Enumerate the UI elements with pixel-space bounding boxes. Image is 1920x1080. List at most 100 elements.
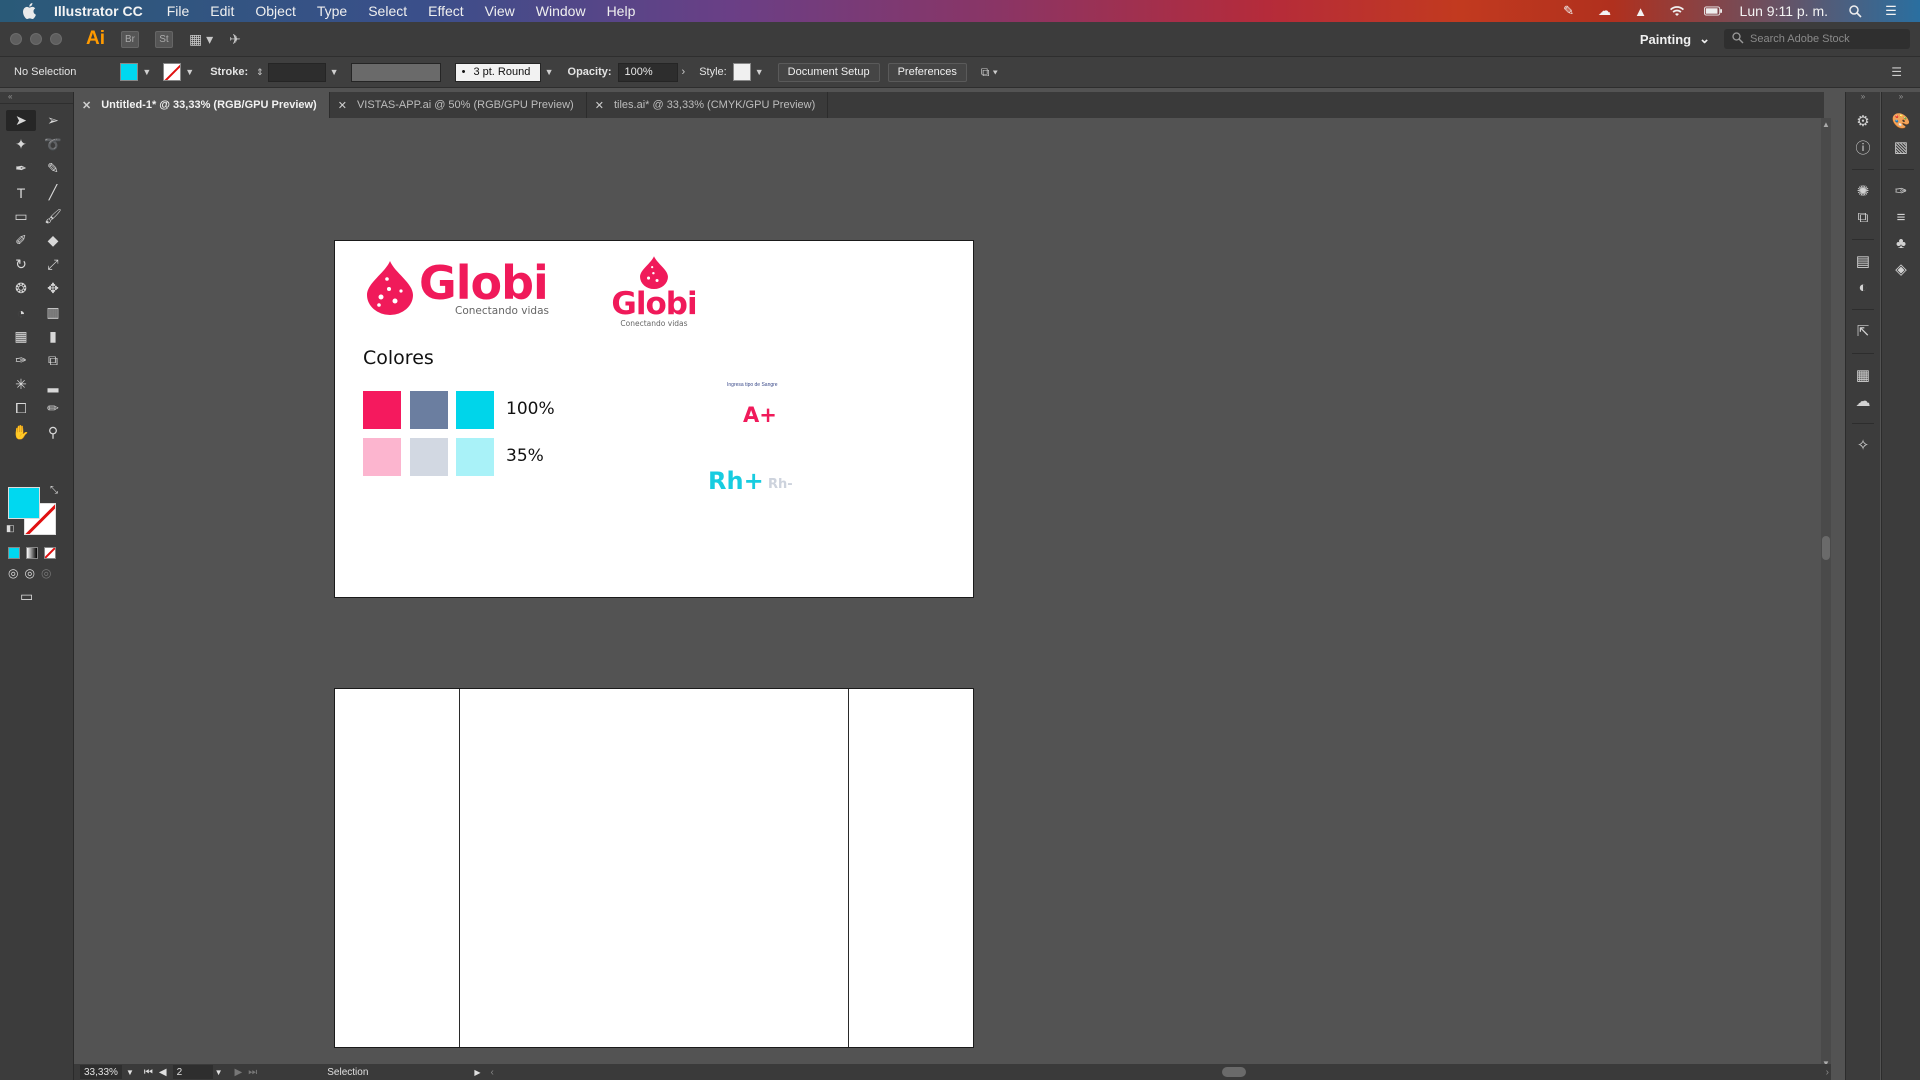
chevron-right-icon[interactable]: › [682, 66, 686, 78]
graphic-style-swatch[interactable] [732, 63, 751, 81]
stroke-weight-field[interactable] [267, 62, 326, 82]
stroke-color-swatch[interactable] [163, 63, 182, 81]
eyedropper-icon[interactable]: ✑ [6, 350, 36, 371]
color-mode-button[interactable] [8, 547, 20, 559]
perspective-grid-icon[interactable]: ▥ [38, 302, 68, 323]
artboard-tool-icon[interactable]: ⧠ [6, 398, 36, 419]
chevron-down-icon[interactable]: ▼ [126, 1068, 134, 1077]
preferences-button[interactable]: Preferences [887, 62, 967, 82]
notification-center-icon[interactable]: ☰ [1882, 3, 1900, 18]
zoom-tool-icon[interactable]: ⚲ [38, 422, 68, 443]
eraser-icon[interactable]: ◆ [38, 230, 68, 251]
draw-inside-icon[interactable]: ◎ [41, 566, 51, 580]
globi-logo-horizontal[interactable]: Globi Conectando vidas [365, 259, 549, 317]
collapse-dock-icon[interactable]: » [1882, 92, 1920, 104]
stroke-panel-icon[interactable]: ≡ [1882, 204, 1920, 230]
fill-swatch[interactable] [8, 487, 40, 519]
draw-behind-icon[interactable]: ◎ [24, 566, 34, 580]
close-tab-icon[interactable]: ✕ [595, 99, 604, 112]
swatches-icon[interactable]: ▧ [1882, 134, 1920, 160]
feather-icon[interactable]: ✎ [1560, 3, 1578, 18]
brush-definition-field[interactable]: • 3 pt. Round [454, 62, 541, 82]
menu-object[interactable]: Object [255, 3, 295, 19]
workspace-switcher[interactable]: Painting ⌄ [1640, 31, 1710, 47]
scale-tool-icon[interactable]: ⤢ [38, 254, 68, 275]
libraries-icon[interactable]: ☁ [1846, 388, 1880, 414]
globi-logo-stacked[interactable]: Globi Conectando vidas [599, 255, 709, 328]
close-tab-icon[interactable]: ✕ [82, 99, 91, 112]
scroll-thumb[interactable] [1822, 536, 1830, 560]
lasso-icon[interactable]: ➰ [38, 134, 68, 155]
pen-tool-icon[interactable]: ✒ [6, 158, 36, 179]
send-rocket-icon[interactable]: ✈ [229, 31, 241, 48]
vlc-cone-icon[interactable]: ▲ [1632, 4, 1650, 19]
shaper-tool-icon[interactable]: ✐ [6, 230, 36, 251]
status-menu-arrow-icon[interactable]: ▶ [474, 1068, 480, 1077]
variable-width-profile[interactable] [350, 62, 441, 82]
minimize-window-button[interactable] [30, 33, 42, 45]
chevron-down-icon[interactable]: ▼ [330, 67, 339, 77]
battery-icon[interactable] [1703, 4, 1722, 18]
collapse-dock-icon[interactable]: » [1846, 92, 1880, 104]
color-swatch-slate-light[interactable] [410, 438, 448, 476]
scroll-left-icon[interactable]: ‹ [491, 1067, 494, 1078]
scroll-right-icon[interactable]: › [1826, 1067, 1829, 1078]
pattern-icon[interactable]: ▦ [1846, 362, 1880, 388]
menu-file[interactable]: File [167, 3, 190, 19]
scroll-up-icon[interactable]: ▲ [1822, 120, 1830, 129]
artboard-1[interactable]: Globi Conectando vidas Globi Conectando … [334, 240, 974, 598]
layers-icon[interactable]: ◈ [1882, 256, 1920, 282]
none-mode-button[interactable] [44, 547, 56, 559]
last-artboard-icon[interactable]: ⏭ [248, 1067, 257, 1078]
search-stock-field[interactable]: Search Adobe Stock [1724, 29, 1910, 49]
rectangle-tool-icon[interactable]: ▭ [6, 206, 36, 227]
stroke-stepper-icon[interactable]: ⇕ [256, 67, 264, 78]
zoom-window-button[interactable] [50, 33, 62, 45]
align-options-icon[interactable]: ⧉ ▾ [981, 65, 998, 80]
mesh-tool-icon[interactable]: ▦ [6, 326, 36, 347]
stock-button[interactable]: St [155, 30, 173, 48]
default-fill-stroke-icon[interactable]: ◧ [6, 523, 15, 534]
spotlight-search-icon[interactable] [1846, 4, 1864, 18]
properties-gear-icon[interactable]: ⚙ [1846, 108, 1880, 134]
color-swatch-pink[interactable] [363, 391, 401, 429]
direct-selection-icon[interactable]: ➢ [38, 110, 68, 131]
chevron-down-icon[interactable]: ▼ [215, 1068, 223, 1077]
arrange-documents-icon[interactable]: ▦ ▾ [189, 31, 213, 48]
close-window-button[interactable] [10, 33, 22, 45]
export-asset-icon[interactable]: ⇱ [1846, 318, 1880, 344]
apple-menu-icon[interactable] [20, 2, 38, 20]
close-tab-icon[interactable]: ✕ [338, 99, 347, 112]
app-menu[interactable]: Illustrator CC [54, 3, 143, 19]
chevron-down-icon[interactable]: ▼ [755, 67, 764, 77]
chevron-down-icon[interactable]: ▼ [142, 67, 151, 77]
vertical-scrollbar[interactable]: ▲ ▼ [1821, 118, 1831, 1070]
color-swatch-slate[interactable] [410, 391, 448, 429]
paintbrush-icon[interactable]: 🖌 [38, 206, 68, 227]
gradient-tool-icon[interactable]: ▮ [38, 326, 68, 347]
selection-tool-icon[interactable]: ➤ [6, 110, 36, 131]
artboard-2[interactable] [334, 688, 974, 1048]
chevron-down-icon[interactable]: ▼ [185, 67, 194, 77]
tab-tiles[interactable]: ✕ tiles.ai* @ 33,33% (CMYK/GPU Preview) [587, 92, 829, 118]
slice-tool-icon[interactable]: ✏ [38, 398, 68, 419]
collapse-panel-icon[interactable]: « [0, 92, 73, 104]
color-guide-icon[interactable]: ✺ [1846, 178, 1880, 204]
info-icon[interactable]: ⓘ [1846, 134, 1880, 160]
previous-artboard-icon[interactable]: ◀ [159, 1067, 167, 1078]
tab-untitled-1[interactable]: ✕ Untitled-1* @ 33,33% (RGB/GPU Preview) [74, 92, 330, 118]
color-swatch-pink-light[interactable] [363, 438, 401, 476]
horizontal-scroll-thumb[interactable] [1222, 1067, 1246, 1077]
bridge-button[interactable]: Br [121, 30, 139, 48]
transparency-icon[interactable]: ◐ [1846, 274, 1880, 300]
document-setup-button[interactable]: Document Setup [777, 62, 880, 82]
fill-color-swatch[interactable] [120, 63, 139, 81]
swap-fill-stroke-icon[interactable]: ⤡ [50, 485, 58, 496]
rotate-tool-icon[interactable]: ↻ [6, 254, 36, 275]
zoom-level-field[interactable]: 33,33% [80, 1065, 122, 1079]
column-graph-icon[interactable]: ▂ [38, 374, 68, 395]
menu-help[interactable]: Help [607, 3, 636, 19]
warp-tool-icon[interactable]: ❂ [6, 278, 36, 299]
magic-wand-panel-icon[interactable]: ✧ [1846, 432, 1880, 458]
brushes-icon[interactable]: ✑ [1882, 178, 1920, 204]
